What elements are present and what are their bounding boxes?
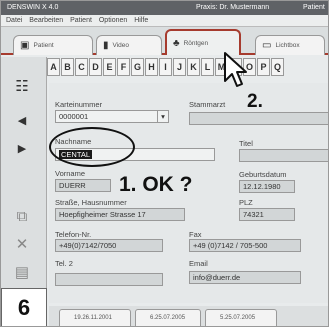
letter-d[interactable]: D [89,58,102,76]
tab-roentgen-label: Röntgen [183,39,209,47]
previous-icon[interactable]: ◀ [9,109,35,131]
menu-datei[interactable]: Datei [6,17,22,24]
tel2-label: Tel. 2 [55,259,73,268]
stammarzt-field[interactable] [189,112,328,125]
module-tabs: ▣ Patient ▮ Video ♣ Röntgen ▭ Lichtbox [1,27,328,55]
video-icon: ▮ [103,40,109,51]
letter-h[interactable]: H [145,58,158,76]
lightbox-icon: ▭ [262,40,272,51]
left-sidebar: ☷ ◀ ▶ ⧉ ✕ ▤ [1,57,47,326]
highlight-circle [49,127,135,167]
tel2-field[interactable] [55,273,163,286]
patient-form: Karteinummer 0000001 ▾ Stammarzt Nachnam… [49,83,328,303]
patient-card-icon: ▣ [20,40,30,51]
letter-l[interactable]: L [201,58,214,76]
annotation-step-2: 2. [247,91,263,112]
fax-label: Fax [189,230,202,239]
title-bar: DENSWIN X 4.0 Praxis: Dr. Mustermann Pat… [1,1,328,15]
app-title: DENSWIN X 4.0 [7,4,59,11]
karteinummer-field[interactable]: 0000001 [55,110,163,123]
history-tab-3[interactable]: 5.25.07.2005 [205,309,277,326]
letter-b[interactable]: B [61,58,74,76]
menu-bar: Datei Bearbeiten Patient Optionen Hilfe [1,15,328,27]
letter-a[interactable]: A [47,58,60,76]
telefon-label: Telefon-Nr. [55,230,92,239]
titel-field[interactable] [239,149,328,162]
next-icon[interactable]: ▶ [9,137,35,159]
letter-j[interactable]: J [173,58,186,76]
letter-c[interactable]: C [75,58,88,76]
letter-p[interactable]: P [257,58,270,76]
letter-e[interactable]: E [103,58,116,76]
strasse-field[interactable]: Hoepfigheimer Strasse 17 [55,208,185,221]
fax-field[interactable]: +49 (0)7142 / 705-500 [189,239,301,252]
tab-video[interactable]: ▮ Video [96,35,162,55]
letter-i[interactable]: I [159,58,172,76]
xray-icon: ♣ [173,37,180,49]
patient-list-icon[interactable]: ☷ [9,75,35,97]
tab-lichtbox-label: Lichtbox [275,42,300,49]
letter-k[interactable]: K [187,58,200,76]
tab-patient-label: Patient [33,42,54,49]
tab-video-label: Video [112,42,130,49]
letter-q[interactable]: Q [271,58,284,76]
vorname-field[interactable]: DUERR [55,179,111,192]
karteinummer-dropdown-icon[interactable]: ▾ [157,110,169,123]
plz-field[interactable]: 74321 [239,208,295,221]
stammarzt-label: Stammarzt [189,100,226,109]
step-number-badge: 6 [1,288,47,326]
delete-icon[interactable]: ✕ [9,233,35,255]
history-bar: 19.26.11.2001 6.25.07.2005 5.25.07.2005 [49,306,328,326]
mouse-cursor-icon [224,52,247,87]
window-section-title: Patient [303,4,325,11]
letter-f[interactable]: F [117,58,130,76]
geburtsdatum-field[interactable]: 12.12.1980 [239,180,295,193]
letter-g[interactable]: G [131,58,144,76]
menu-optionen[interactable]: Optionen [99,17,127,24]
practice-title: Praxis: Dr. Mustermann [196,4,270,11]
email-field[interactable]: info@duerr.de [189,271,301,284]
annotation-step-1: 1. OK ? [119,173,193,196]
telefon-field[interactable]: +49(0)7142/7050 [55,239,163,252]
app-window: DENSWIN X 4.0 Praxis: Dr. Mustermann Pat… [0,0,329,327]
history-tab-2[interactable]: 6.25.07.2005 [135,309,201,326]
tab-patient[interactable]: ▣ Patient [13,35,93,55]
save-icon[interactable]: ▤ [9,261,35,283]
vorname-label: Vorname [55,169,86,178]
menu-hilfe[interactable]: Hilfe [134,17,148,24]
titel-label: Titel [239,139,253,148]
copy-icon[interactable]: ⧉ [9,205,35,227]
karteinummer-label: Karteinummer [55,100,103,109]
menu-bearbeiten[interactable]: Bearbeiten [29,17,63,24]
menu-patient[interactable]: Patient [70,17,92,24]
email-label: Email [189,259,208,268]
strasse-label: Straße, Hausnummer [55,198,127,207]
tab-lichtbox[interactable]: ▭ Lichtbox [255,35,325,55]
history-tab-1[interactable]: 19.26.11.2001 [59,309,131,326]
plz-label: PLZ [239,198,253,207]
geburtsdatum-label: Geburtsdatum [239,170,287,179]
